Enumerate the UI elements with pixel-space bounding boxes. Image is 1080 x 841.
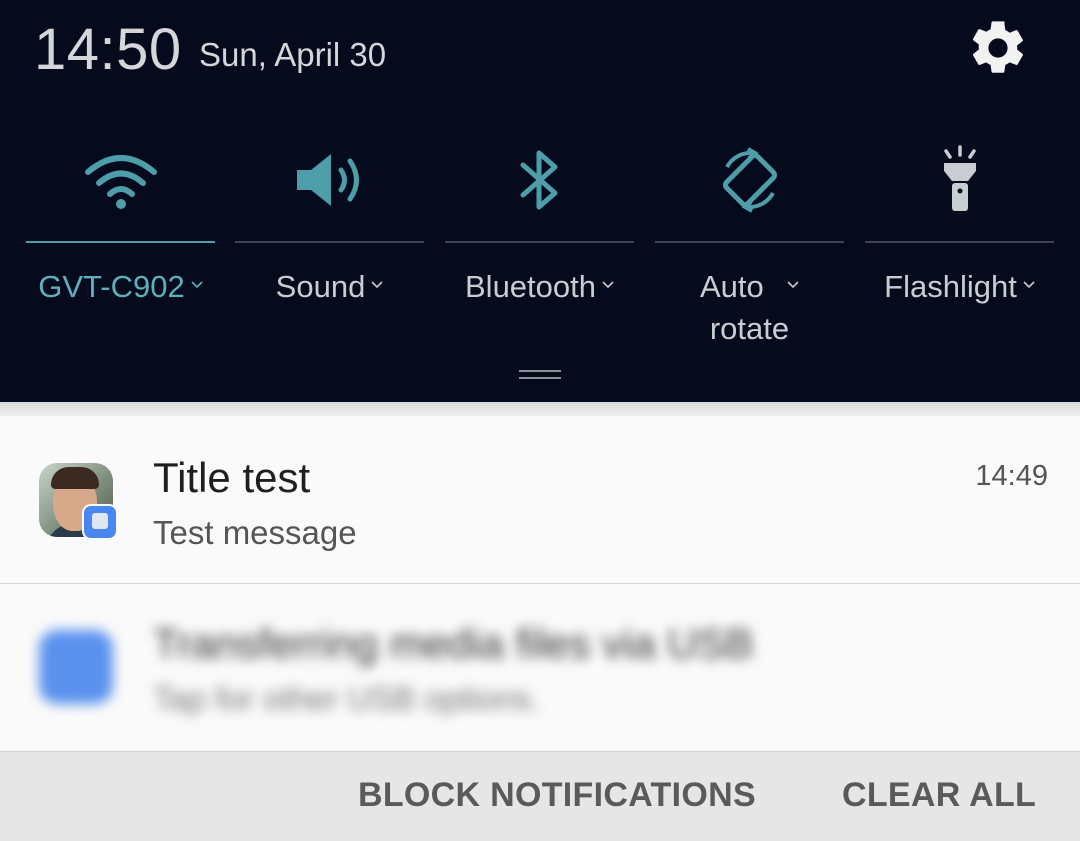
notification-message: Tap for other USB options. [153,680,541,717]
gear-icon [972,21,1023,73]
notification-item[interactable]: Title test Test message 14:49 [0,416,1080,584]
wifi-toggle[interactable]: GVT-C902 [26,130,215,350]
wifi-label: GVT-C902 [38,269,185,304]
notification-time: 14:49 [975,460,1048,492]
clear-all-button[interactable]: CLEAR ALL [842,776,1036,815]
flashlight-icon [943,145,976,211]
quick-settings-panel: 14:50 Sun, April 30 GVT-C902 Sound Bluet… [0,0,1080,402]
rotate-icon [722,147,777,213]
chevron-down-icon [191,281,203,289]
panel-shadow [0,402,1080,416]
speaker-icon [296,154,359,206]
notification-item-usb[interactable]: Transferring media files via USB Tap for… [0,584,1080,750]
quick-toggle-row: GVT-C902 Sound Bluetooth Auto rotate Fla… [26,130,1066,360]
auto-rotate-label-line1: Auto [699,269,764,304]
toggle-divider [26,241,215,243]
toggle-divider [445,241,634,243]
auto-rotate-label-line2: rotate [709,311,790,346]
toggle-divider [655,241,844,243]
notification-title: Transferring media files via USB [153,620,754,667]
bluetooth-toggle[interactable]: Bluetooth [445,130,634,350]
chevron-down-icon [1023,281,1035,289]
bluetooth-icon [520,150,557,210]
sound-toggle[interactable]: Sound [235,130,424,350]
settings-button[interactable] [966,16,1030,80]
app-badge-icon [82,504,118,540]
status-clock: 14:50 [34,17,182,82]
drag-handle[interactable] [519,370,561,380]
status-date: Sun, April 30 [199,36,387,73]
chevron-down-icon [787,281,799,289]
wifi-icon [84,155,157,209]
bluetooth-label: Bluetooth [465,269,596,304]
chevron-down-icon [371,281,383,289]
notification-title: Title test [153,454,311,501]
notification-actions-bar: BLOCK NOTIFICATIONS CLEAR ALL [0,751,1080,841]
toggle-divider [235,241,424,243]
block-notifications-button[interactable]: BLOCK NOTIFICATIONS [358,776,756,815]
sound-label: Sound [275,269,366,304]
usb-icon [39,630,113,704]
flashlight-toggle[interactable]: Flashlight [865,130,1054,350]
toggle-divider [865,241,1054,243]
flashlight-label: Flashlight [884,269,1017,304]
auto-rotate-toggle[interactable]: Auto rotate [655,130,844,350]
notification-message: Test message [153,514,357,551]
chevron-down-icon [602,281,614,289]
